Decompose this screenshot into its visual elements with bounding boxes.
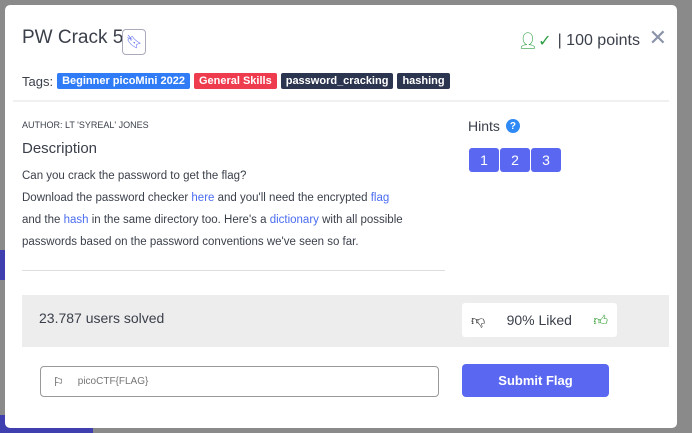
description-heading: Description xyxy=(22,140,98,157)
text: and the xyxy=(22,214,64,226)
description-line: Can you crack the password to get the fl… xyxy=(22,170,247,182)
liked-percent: 90% Liked xyxy=(506,312,572,328)
text: in the same directory too. Here's a xyxy=(88,214,270,226)
tag[interactable]: hashing xyxy=(397,73,450,89)
submit-flag-button[interactable]: Submit Flag xyxy=(462,364,609,397)
help-icon[interactable]: ? xyxy=(505,119,520,133)
points-label: | 100 points xyxy=(557,32,640,49)
flag-icon: ⚐ xyxy=(53,374,64,389)
close-icon[interactable]: ✕ xyxy=(649,25,667,51)
tag[interactable]: Beginner picoMini 2022 xyxy=(57,73,190,89)
description: Can you crack the password to get the fl… xyxy=(22,165,452,253)
flag-input[interactable] xyxy=(77,376,398,387)
hash-link[interactable]: hash xyxy=(64,214,89,226)
bookmark-icon: 🔖︎ xyxy=(125,34,143,49)
hints-header: Hints? xyxy=(468,118,520,134)
text: Download the password checker xyxy=(22,192,192,204)
tags-label: Tags: xyxy=(22,73,54,89)
text: and you'll need the encrypted xyxy=(214,192,371,204)
description-line: passwords based on the password conventi… xyxy=(22,236,359,248)
like-panel: 👎︎ 90% Liked 👍︎ xyxy=(462,303,617,337)
bookmark-button[interactable]: 🔖︎ xyxy=(122,29,146,55)
thumbs-up-icon[interactable]: 👍︎ xyxy=(593,312,608,329)
solved-count: 23.787 users solved xyxy=(39,310,165,326)
divider xyxy=(13,100,669,102)
tags-row: Tags: Beginner picoMini 2022 General Ski… xyxy=(22,73,450,89)
author: AUTHOR: LT 'SYREAL' JONES xyxy=(22,120,149,130)
dictionary-link[interactable]: dictionary xyxy=(270,214,319,226)
stats-bar: 23.787 users solved 👎︎ 90% Liked 👍︎ xyxy=(22,295,669,347)
hint-button-3[interactable]: 3 xyxy=(531,148,561,172)
divider xyxy=(22,270,445,271)
flag-field[interactable]: ⚐ xyxy=(40,366,439,397)
hint-button-1[interactable]: 1 xyxy=(469,148,499,172)
text: with all possible xyxy=(318,214,403,226)
hints-label: Hints xyxy=(468,118,500,134)
challenge-title: PW Crack 5 xyxy=(22,27,124,48)
challenge-modal: PW Crack 5 🔖︎ 👤︎✓ | 100 points ✕ Tags: Be… xyxy=(5,5,677,428)
points-display: 👤︎✓ | 100 points xyxy=(518,31,640,51)
thumbs-down-icon[interactable]: 👎︎ xyxy=(471,312,485,329)
flag-link[interactable]: flag xyxy=(371,192,390,204)
tag[interactable]: password_cracking xyxy=(280,73,394,89)
hint-buttons: 1 2 3 xyxy=(469,148,561,172)
user-check-icon: 👤︎✓ xyxy=(517,33,552,50)
here-link[interactable]: here xyxy=(191,192,214,204)
hint-button-2[interactable]: 2 xyxy=(500,148,530,172)
tag[interactable]: General Skills xyxy=(193,73,277,89)
